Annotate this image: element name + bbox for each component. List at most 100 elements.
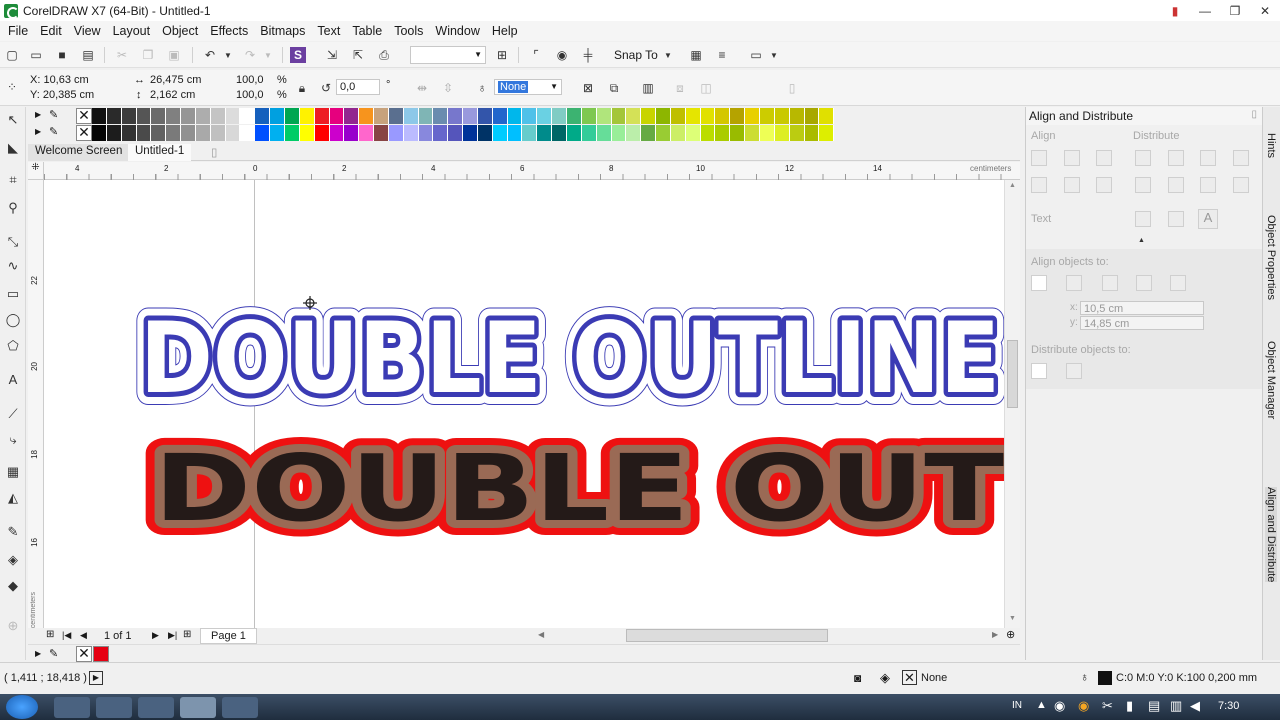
- color-swatch[interactable]: [819, 125, 835, 141]
- scroll-up-icon[interactable]: ▲: [1009, 182, 1016, 189]
- color-swatch[interactable]: [359, 125, 375, 141]
- tray-chrome-icon[interactable]: ◉: [1078, 698, 1089, 714]
- first-page-icon[interactable]: |◀: [62, 630, 71, 641]
- color-swatch[interactable]: [403, 108, 419, 124]
- close-button[interactable]: ✕: [1250, 0, 1280, 21]
- color-swatch[interactable]: [299, 125, 315, 141]
- smart-fill-icon[interactable]: ◆: [4, 577, 22, 595]
- open-folder-icon[interactable]: ▭: [28, 47, 44, 63]
- color-swatch[interactable]: [670, 108, 686, 124]
- menu-layout[interactable]: Layout: [107, 24, 157, 38]
- scroll-left-icon[interactable]: ◀: [538, 630, 544, 639]
- color-swatch[interactable]: [136, 108, 152, 124]
- color-swatch[interactable]: [388, 108, 404, 124]
- color-swatch[interactable]: [225, 125, 241, 141]
- color-swatch[interactable]: [329, 108, 345, 124]
- drawing-canvas[interactable]: DOUBLE OUTLINE DOUBLE OUTLINE DOUBLE OUT…: [44, 180, 1004, 628]
- color-swatch[interactable]: [685, 108, 701, 124]
- tab-welcome-screen[interactable]: Welcome Screen: [28, 144, 130, 161]
- quick-customize-icon[interactable]: ▯: [784, 80, 800, 96]
- status-expand-icon[interactable]: ▶: [89, 671, 103, 685]
- full-screen-preview-icon[interactable]: ⊞: [494, 47, 510, 63]
- zoom-level-select[interactable]: ▼: [410, 46, 486, 64]
- color-swatch[interactable]: [507, 125, 523, 141]
- color-swatch[interactable]: [181, 125, 196, 141]
- snap-to-dropdown-icon[interactable]: ▼: [660, 47, 676, 63]
- doc-red-swatch[interactable]: [93, 646, 109, 662]
- color-swatch[interactable]: [641, 108, 657, 124]
- to-back-icon[interactable]: ▥: [640, 80, 656, 96]
- color-swatch[interactable]: [670, 125, 686, 141]
- show-rulers-icon[interactable]: ⌜: [528, 47, 544, 63]
- language-indicator[interactable]: IN: [1012, 700, 1022, 711]
- sidetab-align-distribute[interactable]: Align and Distribute: [1265, 487, 1277, 583]
- color-swatch[interactable]: [433, 125, 449, 141]
- color-swatch[interactable]: [284, 125, 300, 141]
- color-swatch[interactable]: [240, 108, 256, 124]
- color-swatch[interactable]: [819, 108, 835, 124]
- text-last-line-icon[interactable]: [1168, 211, 1184, 227]
- shape-tool-icon[interactable]: ◣: [4, 139, 22, 157]
- menu-edit[interactable]: Edit: [34, 24, 68, 38]
- group-icon[interactable]: ⧈: [672, 80, 688, 96]
- tray-icon-3[interactable]: ▮: [1126, 698, 1133, 714]
- ungroup-icon[interactable]: ◫: [698, 80, 714, 96]
- zoom-navigator-icon[interactable]: ⊕: [1006, 628, 1015, 641]
- minimize-button[interactable]: —: [1190, 0, 1220, 21]
- redo-dropdown-icon[interactable]: ▼: [260, 47, 276, 63]
- network-icon[interactable]: ▥: [1170, 698, 1182, 714]
- color-swatch[interactable]: [685, 125, 701, 141]
- distribute-top-icon[interactable]: [1135, 177, 1151, 193]
- print-icon[interactable]: ▤: [80, 47, 96, 63]
- color-swatch[interactable]: [136, 125, 152, 141]
- start-button[interactable]: [6, 695, 38, 719]
- paste-icon[interactable]: ▣: [166, 47, 182, 63]
- color-swatch[interactable]: [195, 125, 211, 141]
- options-icon[interactable]: ▦: [688, 47, 704, 63]
- x-position-field[interactable]: X: 10,63 cm: [30, 73, 89, 87]
- palette-eyedropper-icon-2[interactable]: ✎: [49, 125, 58, 138]
- color-swatch[interactable]: [299, 108, 315, 124]
- snap-to-button[interactable]: Snap To: [614, 48, 658, 62]
- distribute-to-selection-icon[interactable]: [1031, 363, 1047, 379]
- distribute-to-page-icon[interactable]: [1066, 363, 1082, 379]
- volume-icon[interactable]: ◀: [1190, 698, 1200, 714]
- mirror-horizontal-icon[interactable]: ⇹: [414, 80, 430, 96]
- color-swatch[interactable]: [567, 125, 582, 141]
- color-swatch[interactable]: [388, 125, 404, 141]
- color-swatch[interactable]: [151, 125, 167, 141]
- vertical-scroll-thumb[interactable]: [1007, 340, 1018, 408]
- show-hidden-icons-icon[interactable]: ▲: [1036, 699, 1047, 711]
- color-swatch[interactable]: [121, 108, 137, 124]
- color-swatch[interactable]: [418, 125, 434, 141]
- color-swatch[interactable]: [522, 108, 538, 124]
- align-to-point-icon[interactable]: [1170, 275, 1186, 291]
- menu-view[interactable]: View: [68, 24, 107, 38]
- color-swatch[interactable]: [270, 108, 285, 124]
- rotation-angle-field[interactable]: 0,0: [336, 79, 380, 95]
- color-swatch[interactable]: [463, 125, 478, 141]
- color-swatch[interactable]: [745, 125, 760, 141]
- color-swatch[interactable]: [656, 108, 671, 124]
- color-swatch[interactable]: [284, 108, 300, 124]
- color-swatch[interactable]: [611, 125, 627, 141]
- maximize-button[interactable]: ❐: [1220, 0, 1250, 21]
- height-field[interactable]: 2,162 cm: [150, 88, 195, 102]
- color-swatch[interactable]: [715, 108, 731, 124]
- taskbar-coreldraw-icon[interactable]: [180, 697, 216, 718]
- color-swatch[interactable]: [715, 125, 731, 141]
- scale-y-field[interactable]: 100,0: [236, 88, 264, 102]
- show-grid-icon[interactable]: ◉: [554, 47, 570, 63]
- undo-dropdown-icon[interactable]: ▼: [220, 47, 236, 63]
- connector-tool-icon[interactable]: ⤷: [4, 431, 22, 449]
- new-document-icon[interactable]: ▢: [4, 47, 20, 63]
- align-right-icon[interactable]: [1096, 150, 1112, 166]
- align-point-x-field[interactable]: 10,5 cm: [1080, 301, 1204, 315]
- color-swatch[interactable]: [537, 108, 553, 124]
- welcome-screen-icon[interactable]: ▭: [748, 47, 764, 63]
- color-swatch[interactable]: [225, 108, 241, 124]
- color-swatch[interactable]: [730, 108, 746, 124]
- align-left-icon[interactable]: [1031, 150, 1047, 166]
- color-swatch[interactable]: [522, 125, 538, 141]
- color-swatch[interactable]: [804, 108, 820, 124]
